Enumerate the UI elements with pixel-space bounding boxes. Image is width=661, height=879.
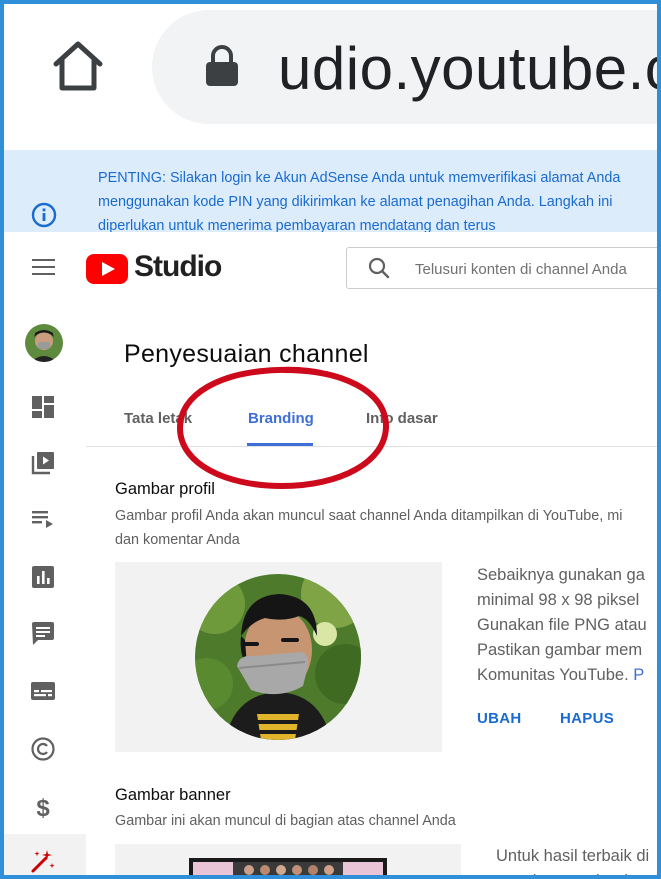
home-icon[interactable] bbox=[48, 36, 108, 96]
adsense-notice-banner: PENTING: Silakan login ke Akun AdSense A… bbox=[4, 150, 657, 236]
profile-guidance-line4: Pastikan gambar mem bbox=[477, 641, 643, 659]
banner-thumbnail bbox=[189, 858, 387, 875]
customization-icon[interactable] bbox=[30, 848, 56, 874]
search-input[interactable] bbox=[413, 248, 657, 290]
menu-icon[interactable] bbox=[32, 259, 55, 277]
profile-photo bbox=[195, 574, 361, 740]
banner-guidance-line2: gunakan gambar bera bbox=[496, 869, 657, 875]
annotation-circle bbox=[176, 366, 390, 490]
profile-guidance-line1: Sebaiknya gunakan ga bbox=[477, 566, 645, 584]
url-text[interactable]: udio.youtube.c bbox=[278, 34, 657, 103]
profile-guidance-line3: Gunakan file PNG atau bbox=[477, 616, 647, 634]
banner-guidance-line1: Untuk hasil terbaik di bbox=[496, 847, 650, 865]
browser-toolbar: udio.youtube.c bbox=[4, 4, 657, 150]
svg-text:$: $ bbox=[36, 795, 50, 820]
sidebar: $ bbox=[4, 306, 87, 875]
screenshot-frame: udio.youtube.c PENTING: Silakan login ke… bbox=[0, 0, 661, 879]
analytics-icon[interactable] bbox=[30, 564, 56, 590]
profile-picture-description-line1: Gambar profil Anda akan muncul saat chan… bbox=[115, 508, 623, 524]
lock-icon bbox=[206, 45, 238, 86]
youtube-logo-icon[interactable] bbox=[86, 254, 128, 284]
copyright-icon[interactable] bbox=[30, 736, 56, 762]
content-icon[interactable] bbox=[30, 450, 56, 476]
banner-preview bbox=[115, 844, 461, 875]
profile-guidance-line5-text: Komunitas YouTube. bbox=[477, 666, 634, 684]
profile-picture-description-line2: dan komentar Anda bbox=[115, 532, 240, 548]
banner-title: Gambar banner bbox=[115, 786, 231, 804]
studio-logo-text[interactable]: Studio bbox=[134, 250, 222, 284]
studio-header: Studio bbox=[4, 232, 657, 307]
avatar[interactable] bbox=[25, 324, 63, 362]
info-icon bbox=[31, 202, 57, 228]
profile-guidance-line2: minimal 98 x 98 piksel bbox=[477, 591, 640, 609]
change-profile-button[interactable]: UBAH bbox=[477, 710, 522, 727]
comments-icon[interactable] bbox=[30, 620, 56, 646]
remove-profile-button[interactable]: HAPUS bbox=[560, 710, 614, 727]
dashboard-icon[interactable] bbox=[30, 394, 56, 420]
playlists-icon[interactable] bbox=[30, 506, 56, 532]
banner-description: Gambar ini akan muncul di bagian atas ch… bbox=[115, 813, 456, 829]
policy-link[interactable]: P bbox=[633, 666, 644, 684]
profile-guidance-line5: Komunitas YouTube. P bbox=[477, 663, 644, 688]
monetization-icon[interactable]: $ bbox=[30, 794, 56, 820]
search-box[interactable] bbox=[346, 247, 657, 290]
search-icon[interactable] bbox=[367, 256, 391, 280]
profile-picture-preview bbox=[115, 562, 442, 752]
notice-text: PENTING: Silakan login ke Akun AdSense A… bbox=[98, 170, 621, 234]
subtitles-icon[interactable] bbox=[30, 678, 56, 704]
